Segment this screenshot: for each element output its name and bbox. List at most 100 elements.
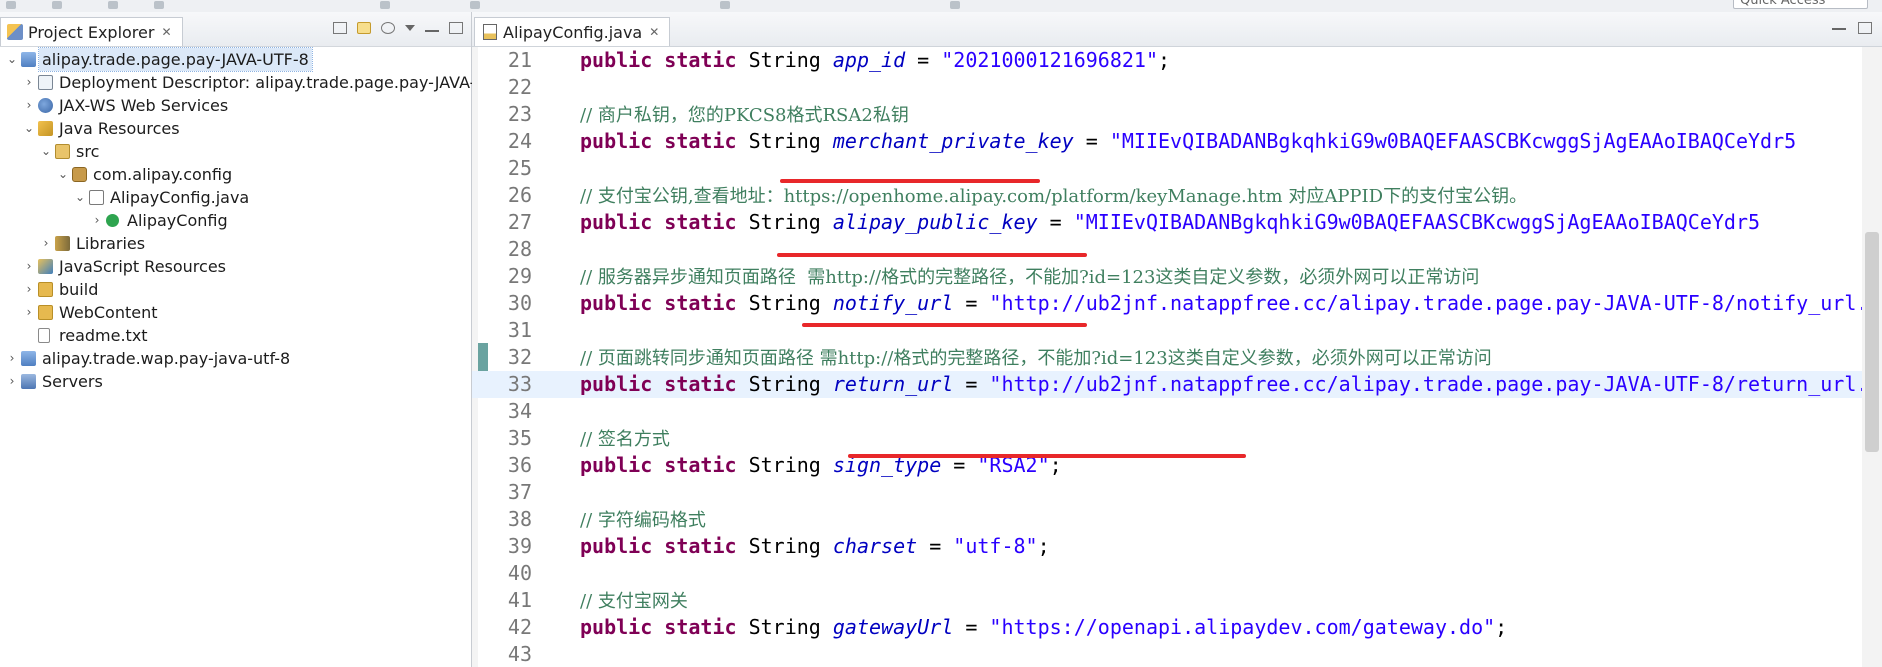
tree-item[interactable]: › Deployment Descriptor: alipay.trade.pag… <box>0 71 523 94</box>
source-folder-icon <box>55 144 70 159</box>
code-line[interactable]: 31 <box>472 317 1882 344</box>
code-line[interactable]: 27 public static String alipay_public_key… <box>472 209 1882 236</box>
chevron-down-icon[interactable]: ⌄ <box>40 140 52 163</box>
code-line[interactable]: 22 <box>472 74 1882 101</box>
code-line[interactable]: 30 public static String notify_url = "htt… <box>472 290 1882 317</box>
chevron-right-icon[interactable]: › <box>6 347 18 370</box>
chevron-right-icon[interactable]: › <box>23 278 35 301</box>
code-text: // 签名方式 <box>580 425 670 453</box>
line-number: 41 <box>507 588 532 612</box>
code-line[interactable]: 32 // 页面跳转同步通知页面路径 需http://格式的完整路径，不能加?id… <box>472 344 1882 371</box>
tree-item[interactable]: › alipay.trade.wap.pay-java-utf-8 <box>0 347 471 370</box>
java-file-icon <box>89 190 104 205</box>
close-icon[interactable]: ✕ <box>161 25 171 39</box>
maximize-icon[interactable] <box>449 22 463 34</box>
folder-icon <box>38 305 53 320</box>
tree-item[interactable]: readme.txt <box>0 324 471 347</box>
toolbar-run-icon[interactable] <box>154 1 164 9</box>
tree-item[interactable]: › JAX-WS Web Services <box>0 94 471 117</box>
code-line[interactable]: 21 public static String app_id = "2021000… <box>472 47 1882 74</box>
code-line[interactable]: 29 // 服务器异步通知页面路径 需http://格式的完整路径，不能加?id=… <box>472 263 1882 290</box>
chevron-down-icon[interactable]: ⌄ <box>57 163 69 186</box>
chevron-right-icon[interactable]: › <box>23 301 35 324</box>
code-line[interactable]: 34 <box>472 398 1882 425</box>
tree-item-label: JavaScript Resources <box>59 257 226 276</box>
maximize-icon[interactable] <box>1858 22 1872 34</box>
chevron-right-icon[interactable]: › <box>40 232 52 255</box>
red-underline-annotation <box>802 323 1087 327</box>
folder-icon <box>38 282 53 297</box>
chevron-right-icon[interactable]: › <box>6 370 18 393</box>
code-line[interactable]: 37 <box>472 479 1882 506</box>
token-cmt: // 字符编码格式 <box>580 510 706 531</box>
token-kw: public static <box>580 129 749 153</box>
tree-item[interactable]: › Servers <box>0 370 471 393</box>
tab-project-explorer[interactable]: Project Explorer ✕ <box>0 17 183 46</box>
code-line[interactable]: 42 public static String gatewayUrl = "htt… <box>472 614 1882 641</box>
tree-item[interactable]: › WebContent <box>0 301 471 324</box>
code-line[interactable]: 38 // 字符编码格式 <box>472 506 1882 533</box>
tree-item-label: Libraries <box>76 234 146 253</box>
line-number: 27 <box>507 210 532 234</box>
line-number: 40 <box>507 561 532 585</box>
toolbar-open-type-icon[interactable] <box>720 1 730 9</box>
tree-item-label: com.alipay.config <box>93 165 233 184</box>
token-cmt: // 商户私钥，您的PKCS8格式RSA2私钥 <box>580 105 909 126</box>
code-line[interactable]: 25 <box>472 155 1882 182</box>
toolbar-search-icon[interactable] <box>380 1 390 9</box>
token-plain: = <box>905 48 942 72</box>
code-text: public static String charset = "utf-8"; <box>580 533 1050 560</box>
chevron-right-icon[interactable]: › <box>23 255 35 278</box>
tree-item[interactable]: ⌄ alipay.trade.page.pay-JAVA-UTF-8 <box>0 47 471 72</box>
scrollbar-thumb[interactable] <box>1865 232 1879 452</box>
code-text: // 页面跳转同步通知页面路径 需http://格式的完整路径，不能加?id=1… <box>580 344 1492 372</box>
toolbar-new-icon[interactable] <box>6 1 16 9</box>
tree-item[interactable]: › JavaScript Resources <box>0 255 471 278</box>
package-icon <box>72 167 87 182</box>
chevron-down-icon[interactable]: ⌄ <box>74 186 86 209</box>
tab-alipayconfig-java[interactable]: AlipayConfig.java ✕ <box>474 17 671 46</box>
code-line[interactable]: 24 public static String merchant_private_… <box>472 128 1882 155</box>
quick-access-input[interactable]: Quick Access <box>1733 0 1868 9</box>
code-line[interactable]: 23 // 商户私钥，您的PKCS8格式RSA2私钥 <box>472 101 1882 128</box>
code-line[interactable]: 43 <box>472 641 1882 667</box>
filter-icon[interactable] <box>381 22 395 34</box>
tree-item[interactable]: ⌄ src <box>0 140 471 163</box>
chevron-right-icon[interactable]: › <box>91 209 103 232</box>
token-plain: ; <box>1037 534 1050 558</box>
tree-item[interactable]: › build <box>0 278 471 301</box>
chevron-right-icon[interactable]: › <box>23 94 35 117</box>
code-area[interactable]: 21 public static String app_id = "2021000… <box>472 47 1882 667</box>
chevron-right-icon[interactable]: › <box>23 71 35 94</box>
token-plain: String <box>748 48 833 72</box>
tree-item-label: alipay.trade.page.pay-JAVA-UTF-8 <box>38 47 313 72</box>
vertical-scrollbar[interactable] <box>1862 47 1882 667</box>
tree-item-label: WebContent <box>59 303 158 322</box>
link-with-editor-icon[interactable] <box>357 22 371 34</box>
tree-item[interactable]: ⌄ com.alipay.config <box>0 163 471 186</box>
code-line[interactable]: 41 // 支付宝网关 <box>472 587 1882 614</box>
code-text: public static String alipay_public_key =… <box>580 209 1760 236</box>
minimize-icon[interactable] <box>425 24 439 32</box>
code-line[interactable]: 35 // 签名方式 <box>472 425 1882 452</box>
code-text: public static String gatewayUrl = "https… <box>580 614 1507 641</box>
toolbar-nav-back-icon[interactable] <box>950 1 960 9</box>
tree-item[interactable]: › AlipayConfig <box>0 209 471 232</box>
minimize-icon[interactable] <box>1832 22 1846 30</box>
tree-item[interactable]: ⌄ AlipayConfig.java <box>0 186 471 209</box>
code-line[interactable]: 26 // 支付宝公钥,查看地址：https://openhome.alipay.… <box>472 182 1882 209</box>
toolbar-debug-icon[interactable] <box>108 1 118 9</box>
chevron-down-icon[interactable]: ⌄ <box>23 117 35 140</box>
tree-item[interactable]: ⌄ Java Resources <box>0 117 471 140</box>
toolbar-save-icon[interactable] <box>52 1 62 9</box>
code-line[interactable]: 28 <box>472 236 1882 263</box>
tree-item[interactable]: › Libraries <box>0 232 471 255</box>
close-icon[interactable]: ✕ <box>649 25 659 39</box>
chevron-down-icon[interactable]: ⌄ <box>6 48 18 71</box>
code-line[interactable]: 39 public static String charset = "utf-8"… <box>472 533 1882 560</box>
code-line[interactable]: 40 <box>472 560 1882 587</box>
code-line[interactable]: 33 public static String return_url = "htt… <box>472 371 1882 398</box>
collapse-all-icon[interactable] <box>333 22 347 34</box>
toolbar-server-icon[interactable] <box>470 1 480 9</box>
view-menu-icon[interactable] <box>405 25 415 31</box>
